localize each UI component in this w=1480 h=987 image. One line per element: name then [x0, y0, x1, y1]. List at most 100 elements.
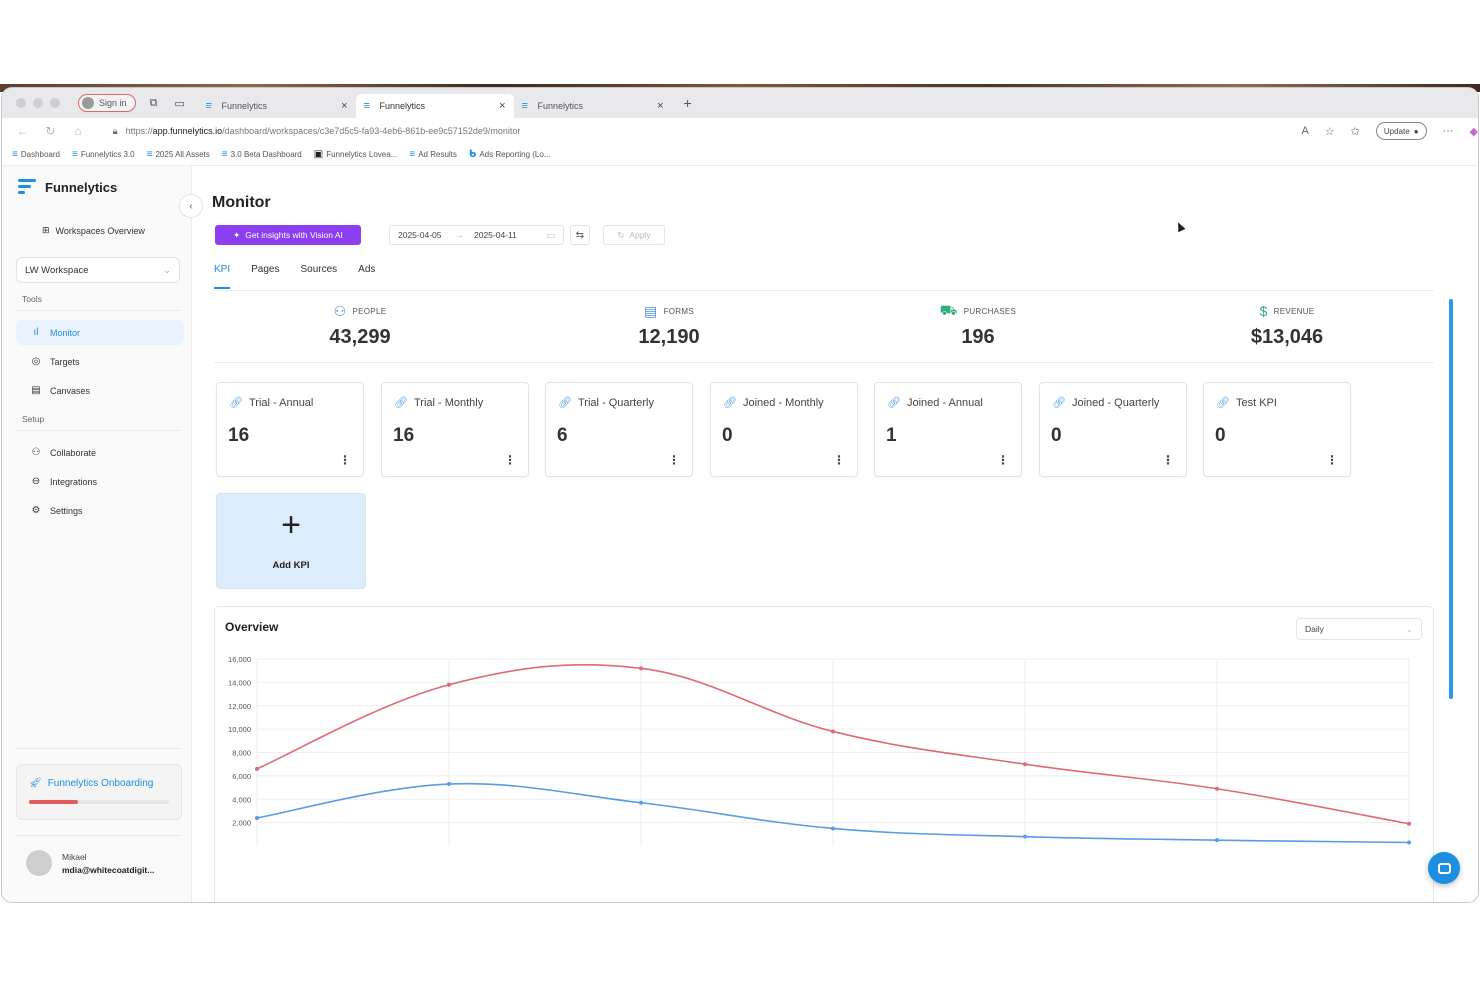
kebab-menu-icon[interactable]: ⋮ [833, 454, 845, 466]
funnelytics-favicon-icon: ≡ [521, 100, 528, 112]
data-point [1023, 834, 1027, 839]
summary-metrics: ⚇ PEOPLE 43,299 ▤ FORMS 12,190 ⛟ PURCHASES … [214, 301, 1434, 363]
bookmark-item[interactable]: ▣ Funnelytics Lovea... [314, 149, 398, 160]
kebab-menu-icon[interactable]: ⋮ [997, 454, 1009, 466]
tab-ads[interactable]: Ads [358, 264, 375, 283]
tab-pages[interactable]: Pages [251, 264, 279, 283]
url-path: /dashboard/workspaces/c3e7d5c5-fa93-4eb6… [222, 126, 521, 136]
data-point [639, 666, 643, 671]
url-host: app.funnelytics.io [152, 126, 223, 136]
collapse-sidebar-button[interactable]: ‹ [179, 194, 203, 218]
refresh-icon[interactable]: ↻ [44, 124, 58, 138]
close-tab-icon[interactable]: × [499, 100, 505, 112]
kpi-card[interactable]: 🔗︎ Trial - Quarterly 6 ⋮ [545, 382, 693, 477]
bookmark-item[interactable]: ≡ Dashboard [12, 149, 60, 160]
update-status-icon: ● [1413, 126, 1419, 136]
home-icon[interactable]: ⌂ [71, 124, 85, 138]
kpi-value: 0 [1051, 425, 1062, 446]
browser-tab-2[interactable]: ≡ Funnelytics × [355, 94, 514, 118]
bookmark-item[interactable]: ≡ 3.0 Beta Dashboard [222, 149, 302, 160]
minimize-window-button[interactable] [33, 98, 43, 108]
metric-people: ⚇ PEOPLE 43,299 [260, 301, 460, 349]
bookmark-item[interactable]: ≡ 2025 All Assets [147, 149, 210, 160]
workspace-select[interactable]: LW Workspace ⌄ [16, 257, 180, 283]
metric-value: $13,046 [1250, 326, 1324, 348]
target-icon: ◎ [31, 356, 41, 367]
tab-sources[interactable]: Sources [300, 264, 337, 283]
bookmark-item[interactable]: ᑲ Ads Reporting (Lo... [469, 149, 551, 160]
users-icon: ⚇ [31, 447, 41, 458]
user-profile[interactable]: Mikael mdia@whitecoatdigit... [26, 850, 154, 876]
kebab-menu-icon[interactable]: ⋮ [339, 454, 351, 466]
metric-label: PEOPLE [352, 306, 387, 316]
metric-revenue: $ REVENUE $13,046 [1187, 301, 1387, 349]
tab-kpi[interactable]: KPI [214, 264, 231, 289]
metric-label: REVENUE [1273, 306, 1315, 316]
kebab-menu-icon[interactable]: ⋮ [668, 454, 680, 466]
kebab-menu-icon[interactable]: ⋮ [1326, 454, 1338, 466]
link-icon: 🔗︎ [229, 397, 243, 409]
favorites-icon[interactable]: ✩ [1351, 125, 1360, 138]
maximize-window-button[interactable] [50, 98, 60, 108]
favorite-star-icon[interactable]: ☆ [1325, 125, 1335, 138]
browser-tab-1[interactable]: ≡ Funnelytics × [198, 94, 356, 118]
sidebar-item-integrations[interactable]: ⊖ Integrations [16, 469, 184, 494]
apply-button[interactable]: ↻ Apply [603, 225, 665, 245]
data-point [255, 815, 259, 820]
date-range-picker[interactable]: 2025-04-05 → 2025-04-11 ▭ [389, 225, 564, 245]
interval-select[interactable]: Daily ⌄ [1296, 618, 1422, 640]
bookmark-label: Funnelytics Lovea... [326, 150, 398, 159]
tab-title: Funnelytics [379, 101, 426, 111]
kpi-card[interactable]: 🔗︎ Joined - Monthly 0 ⋮ [710, 382, 858, 477]
sidebar-item-targets[interactable]: ◎ Targets [16, 349, 184, 374]
onboarding-card[interactable]: 🚀︎ Funnelytics Onboarding [16, 764, 182, 820]
close-tab-icon[interactable]: × [657, 100, 663, 112]
address-bar[interactable]: 🔒︎ https://app.funnelytics.io/dashboard/… [101, 121, 1296, 141]
collections-icon[interactable]: ⧉ [146, 95, 162, 111]
bookmark-item[interactable]: ≡ Ad Results [409, 149, 457, 160]
new-tab-icon[interactable]: + [684, 95, 692, 111]
compare-toggle-button[interactable]: ⇆ [570, 225, 590, 245]
vertical-scrollbar[interactable] [1449, 299, 1453, 699]
metric-forms: ▤ FORMS 12,190 [569, 301, 769, 349]
sidebar-item-canvases[interactable]: ▤ Canvases [16, 378, 184, 403]
kebab-menu-icon[interactable]: ⋮ [504, 454, 516, 466]
kpi-card[interactable]: 🔗︎ Joined - Quarterly 0 ⋮ [1039, 382, 1187, 477]
kpi-card[interactable]: 🔗︎ Test KPI 0 ⋮ [1203, 382, 1351, 477]
kebab-menu-icon[interactable]: ⋮ [1162, 454, 1174, 466]
vision-ai-button[interactable]: ✦ Get insights with Vision AI [215, 225, 361, 245]
chevron-down-icon: ⌄ [163, 264, 171, 275]
signin-button[interactable]: Sign in [78, 94, 136, 112]
back-icon[interactable]: ← [16, 124, 30, 138]
kpi-title: Joined - Quarterly [1071, 396, 1160, 409]
close-window-button[interactable] [16, 98, 26, 108]
tab-title: Funnelytics [221, 101, 268, 111]
chat-support-button[interactable] [1428, 852, 1460, 884]
close-tab-icon[interactable]: × [341, 100, 347, 112]
bookmark-label: Ad Results [418, 150, 457, 159]
browser-tab-3[interactable]: ≡ Funnelytics × [514, 94, 672, 118]
more-menu-icon[interactable]: ··· [1443, 125, 1454, 137]
kpi-card[interactable]: 🔗︎ Trial - Annual 16 ⋮ [216, 382, 364, 477]
grid-icon: ⊞ [42, 225, 50, 235]
tab-actions-icon[interactable]: ▭ [172, 95, 188, 111]
brand-logo[interactable]: Funnelytics [18, 178, 117, 196]
bookmark-item[interactable]: ≡ Funnelytics 3.0 [72, 149, 135, 160]
workspace-value: LW Workspace [25, 264, 89, 276]
bookmark-label: Dashboard [20, 150, 60, 159]
sidebar-item-settings[interactable]: ⚙ Settings [16, 498, 184, 523]
onboarding-title: 🚀︎ Funnelytics Onboarding [29, 778, 153, 789]
sidebar-item-collaborate[interactable]: ⚇ Collaborate [16, 440, 184, 465]
sidebar-item-monitor[interactable]: ıl Monitor [16, 320, 184, 345]
add-kpi-button[interactable]: + Add KPI [216, 493, 366, 589]
read-aloud-icon[interactable]: A [1301, 125, 1308, 137]
kpi-card[interactable]: 🔗︎ Trial - Monthly 16 ⋮ [381, 382, 529, 477]
browser-actions: A ☆ ✩ Update ● ··· ◆ [1301, 122, 1478, 140]
metric-label: PURCHASES [963, 306, 1017, 316]
kpi-card[interactable]: 🔗︎ Joined - Annual 1 ⋮ [874, 382, 1022, 477]
workspaces-overview-link[interactable]: ⊞ Workspaces Overview [42, 225, 145, 236]
update-button[interactable]: Update ● [1375, 122, 1427, 140]
copilot-icon[interactable]: ◆ [1470, 125, 1478, 138]
divider [16, 430, 182, 431]
bookmark-label: Ads Reporting (Lo... [479, 150, 551, 159]
